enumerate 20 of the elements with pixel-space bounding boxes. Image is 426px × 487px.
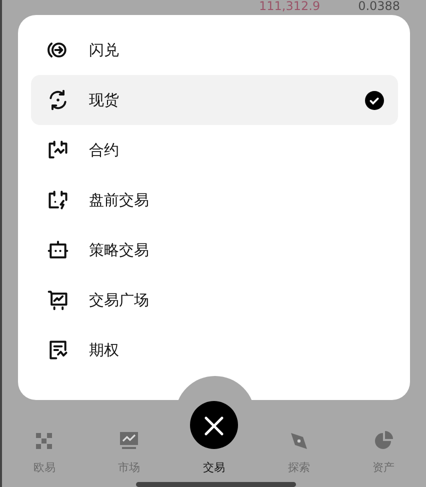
menu-item[interactable]: 策略交易 [31,225,398,275]
calendar-bolt-icon [47,189,69,211]
close-icon [203,414,225,437]
monitor-chart-icon [118,430,140,452]
menu-item[interactable]: 盘前交易 [31,175,398,225]
menu-item[interactable]: 期权 [31,325,398,375]
pie-chart-icon [372,430,395,452]
menu-item[interactable]: 闪兑 [31,25,398,75]
price-text: 111,312.9 [259,0,320,15]
menu-item[interactable]: 现货 [31,75,398,125]
refresh-icon [47,89,69,111]
tab-label[interactable]: 交易 [202,460,225,476]
robot-icon [47,239,69,261]
document-chart-icon [47,339,69,361]
chart-board-icon [47,289,69,311]
check-icon [365,90,384,110]
change-text: 0.0388 [358,0,400,15]
menu-item[interactable]: 合约 [31,125,398,175]
menu-item[interactable]: 交易广场 [31,275,398,325]
calendar-chart-icon [47,139,69,161]
